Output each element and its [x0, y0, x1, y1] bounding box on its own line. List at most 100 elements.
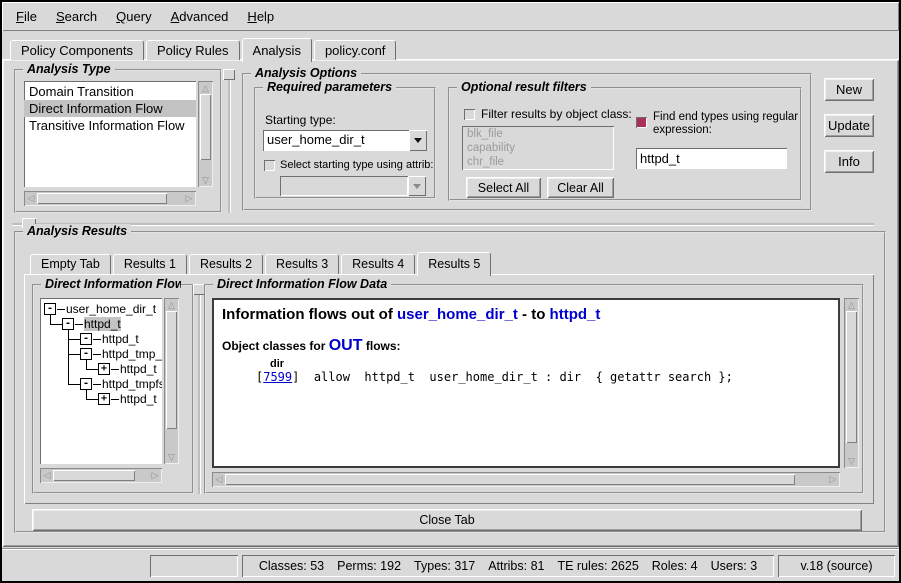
tree-expander-icon[interactable]: + — [98, 363, 110, 375]
combo-dropdown-button[interactable] — [409, 130, 427, 151]
te-rule-line: [7599] allow httpd_t user_home_dir_t : d… — [256, 370, 830, 384]
tree-expander-icon[interactable]: - — [80, 333, 92, 345]
menu-search[interactable]: Search — [54, 7, 99, 26]
tab-analysis[interactable]: Analysis — [242, 38, 312, 62]
menu-query[interactable]: Query — [114, 7, 153, 26]
pane-sash-vertical[interactable] — [228, 69, 230, 213]
tree-vscrollbar[interactable]: △ ▽ — [164, 298, 179, 464]
analysis-type-hscrollbar[interactable]: ◁ ▷ — [24, 191, 196, 206]
rule-number-link[interactable]: 7599 — [263, 370, 292, 384]
scroll-down-icon[interactable]: ▽ — [844, 455, 859, 467]
attrib-checkbox[interactable] — [264, 160, 275, 171]
scroll-thumb[interactable] — [225, 474, 795, 485]
pane-sash-horizontal[interactable] — [12, 223, 874, 225]
tree-node[interactable]: httpd_tmpfs_ — [102, 377, 162, 391]
stat-types: Types: 317 — [414, 559, 475, 573]
object-class-name: dir — [270, 358, 830, 370]
regex-input[interactable] — [636, 148, 787, 169]
menubar: File Search Query Advanced Help — [2, 2, 899, 31]
menu-advanced[interactable]: Advanced — [169, 7, 231, 26]
data-vscrollbar[interactable]: △ ▽ — [844, 298, 859, 468]
list-item[interactable]: Domain Transition — [24, 83, 196, 100]
list-item-selected[interactable]: Direct Information Flow — [24, 100, 196, 117]
new-button[interactable]: New — [824, 78, 874, 101]
scroll-down-icon[interactable]: ▽ — [198, 174, 213, 186]
tab-policy-conf[interactable]: policy.conf — [314, 40, 396, 60]
scroll-down-icon[interactable]: ▽ — [164, 451, 179, 463]
scroll-thumb[interactable] — [37, 193, 167, 204]
close-tab-button[interactable]: Close Tab — [32, 509, 862, 531]
regex-checkbox[interactable] — [636, 117, 647, 128]
object-class-listbox: blk_file capability chr_file — [462, 126, 614, 170]
tab-policy-components[interactable]: Policy Components — [10, 40, 144, 60]
flow-tree: - user_home_dir_t - httpd_t - httpd_t - … — [40, 298, 162, 464]
tree-node[interactable]: httpd_tmp_t — [102, 347, 162, 361]
tab-results-2[interactable]: Results 2 — [189, 254, 263, 274]
tree-expander-icon[interactable]: - — [44, 303, 56, 315]
scroll-thumb[interactable] — [166, 311, 177, 429]
tab-results-3[interactable]: Results 3 — [265, 254, 339, 274]
menu-help[interactable]: Help — [245, 7, 276, 26]
scroll-up-icon[interactable]: △ — [198, 82, 213, 94]
tree-node[interactable]: httpd_t — [120, 362, 157, 376]
headline-source-type: user_home_dir_t — [397, 306, 518, 323]
status-version: v.18 (source) — [778, 555, 895, 577]
optional-filters-frame: Optional result filters Filter results b… — [448, 87, 802, 201]
tab-results-1[interactable]: Results 1 — [113, 254, 187, 274]
tab-results-4[interactable]: Results 4 — [341, 254, 415, 274]
stat-classes: Classes: 53 — [259, 559, 324, 573]
flow-data-text[interactable]: Information flows out of user_home_dir_t… — [212, 298, 840, 468]
headline-prefix: Information flows out of — [222, 306, 393, 323]
scroll-up-icon[interactable]: △ — [164, 299, 179, 311]
tree-connector — [86, 360, 87, 369]
tree-connector — [86, 369, 98, 370]
chevron-down-icon — [413, 184, 421, 189]
tree-connector — [93, 354, 101, 355]
analysis-type-title: Analysis Type — [23, 62, 115, 76]
policy-version-label: v.18 (source) — [800, 559, 872, 573]
scroll-right-icon[interactable]: ▷ — [827, 472, 839, 487]
scroll-right-icon[interactable]: ▷ — [183, 191, 195, 206]
info-button[interactable]: Info — [824, 150, 874, 173]
pane-sash-handle[interactable] — [223, 69, 235, 80]
scroll-thumb[interactable] — [200, 94, 211, 160]
tree-expander-icon[interactable]: - — [80, 348, 92, 360]
select-all-button[interactable]: Select All — [466, 177, 541, 198]
tree-connector — [75, 324, 83, 325]
update-button[interactable]: Update — [824, 114, 874, 137]
starting-type-label: Starting type: — [265, 113, 336, 127]
analysis-options-frame: Analysis Options Required parameters Sta… — [242, 73, 812, 211]
scroll-thumb[interactable] — [53, 470, 135, 481]
tree-expander-icon[interactable]: - — [62, 318, 74, 330]
scroll-left-icon[interactable]: ◁ — [41, 468, 53, 483]
scroll-thumb[interactable] — [846, 311, 857, 443]
data-hscrollbar[interactable]: ◁ ▷ — [212, 472, 840, 487]
objclass-filter-checkbox[interactable] — [464, 109, 475, 120]
attrib-checkbox-label: Select starting type using attrib: — [280, 159, 433, 171]
scroll-left-icon[interactable]: ◁ — [25, 191, 37, 206]
tree-hscrollbar[interactable]: ◁ ▷ — [40, 468, 162, 483]
tree-expander-icon[interactable]: + — [98, 393, 110, 405]
tree-connector — [93, 339, 101, 340]
tab-empty-tab[interactable]: Empty Tab — [30, 254, 111, 274]
tree-connector — [50, 324, 62, 325]
results-sash-vertical[interactable] — [198, 284, 200, 494]
tree-expander-icon[interactable]: - — [80, 378, 92, 390]
scroll-right-icon[interactable]: ▷ — [149, 468, 161, 483]
status-box-empty — [150, 555, 238, 577]
menu-file[interactable]: File — [14, 7, 39, 26]
tab-results-5[interactable]: Results 5 — [417, 252, 491, 276]
attrib-combo-value — [280, 176, 408, 196]
list-item[interactable]: Transitive Information Flow — [24, 117, 196, 134]
tree-node-selected[interactable]: httpd_t — [84, 317, 121, 331]
analysis-type-vscrollbar[interactable]: △ ▽ — [198, 81, 213, 187]
starting-type-combobox[interactable]: user_home_dir_t — [263, 130, 427, 151]
tree-node[interactable]: httpd_t — [120, 392, 157, 406]
tab-policy-rules[interactable]: Policy Rules — [146, 40, 240, 60]
tree-node[interactable]: httpd_t — [102, 332, 139, 346]
clear-all-button[interactable]: Clear All — [547, 177, 614, 198]
scroll-up-icon[interactable]: △ — [844, 299, 859, 311]
scroll-left-icon[interactable]: ◁ — [213, 472, 225, 487]
tree-connector — [68, 384, 80, 385]
tree-node[interactable]: user_home_dir_t — [66, 302, 156, 316]
